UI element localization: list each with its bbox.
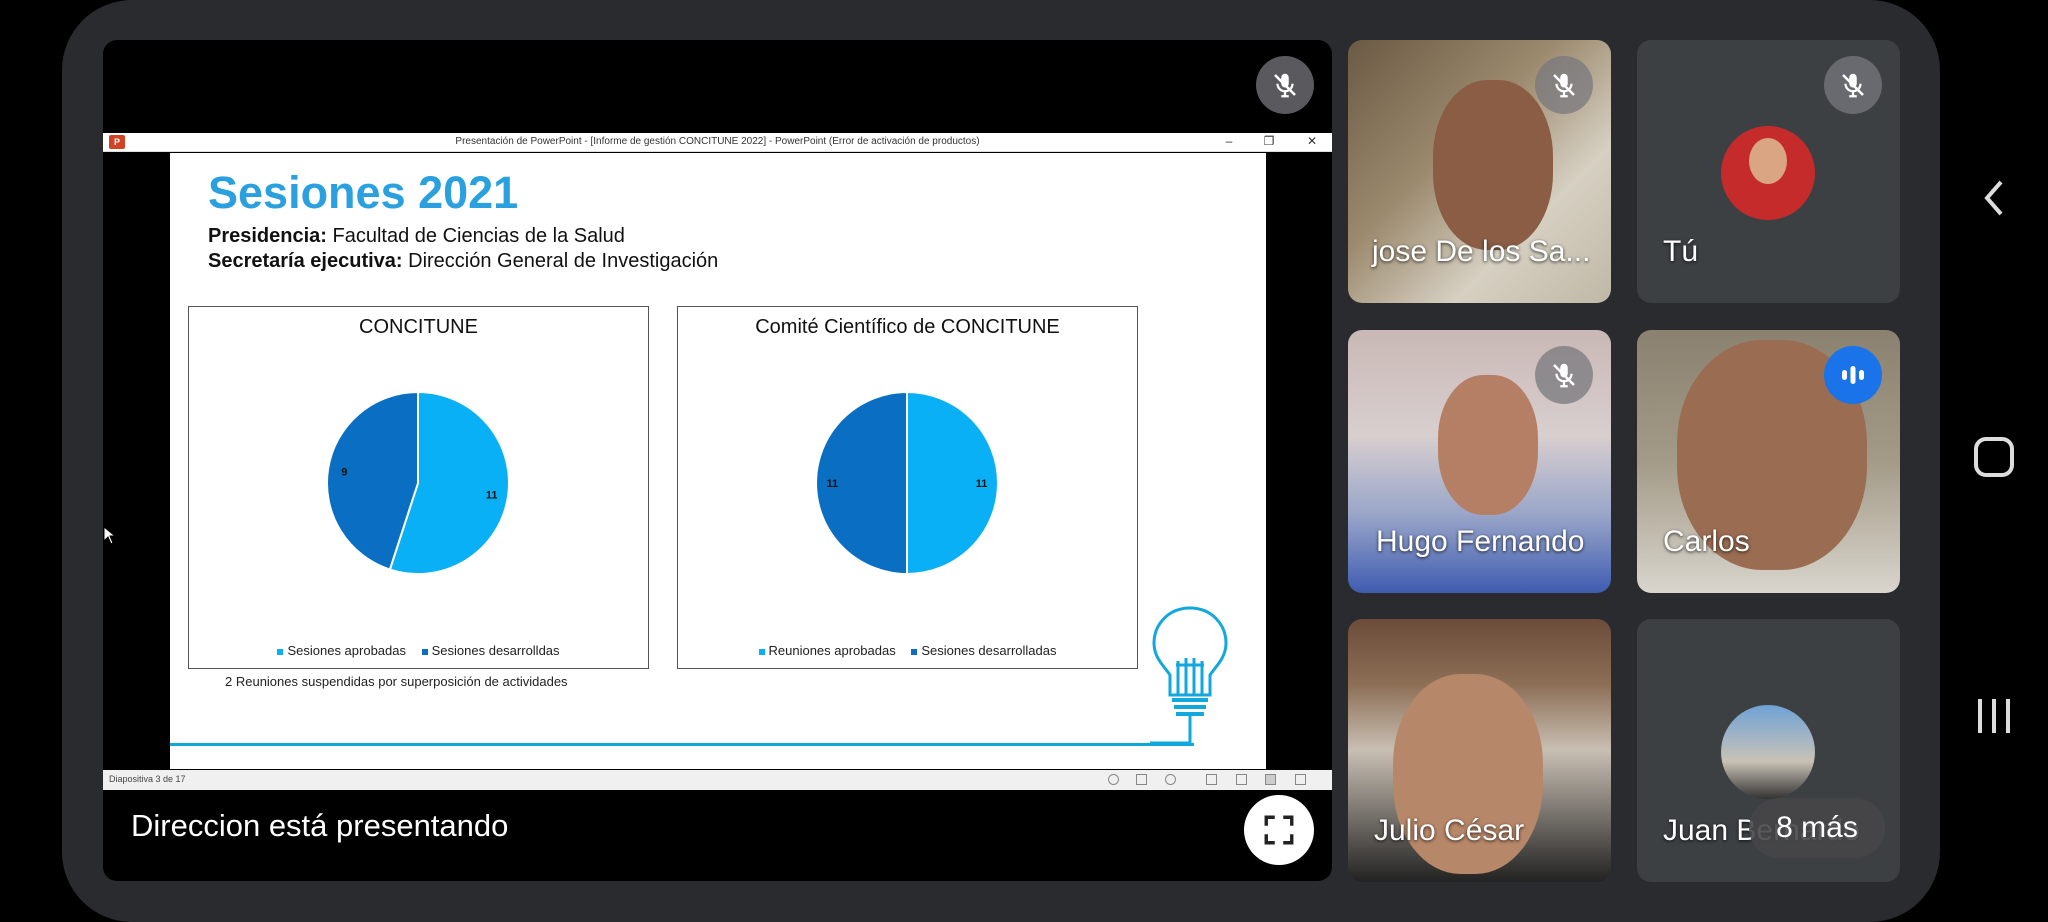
legend-item: Sesiones desarrolladas bbox=[911, 643, 1056, 658]
back-button[interactable] bbox=[1940, 168, 2048, 228]
legend-item: Reuniones aprobadas bbox=[758, 643, 896, 658]
avatar bbox=[1721, 705, 1815, 799]
secretaria-value: Dirección General de Investigación bbox=[408, 250, 719, 272]
participant-video bbox=[1433, 80, 1553, 250]
legend-swatch bbox=[421, 648, 428, 655]
android-navbar bbox=[1940, 0, 2048, 922]
pie-chart-svg: 11 9 bbox=[326, 390, 510, 575]
chevron-left-icon bbox=[1984, 180, 2003, 216]
slide-sorter-icon[interactable] bbox=[1236, 774, 1247, 785]
slide-footnote: 2 Reuniones suspendidas por superposició… bbox=[225, 674, 568, 689]
recents-button[interactable] bbox=[1940, 686, 2048, 746]
legend-swatch bbox=[758, 648, 765, 655]
chart-legend: Sesiones aprobadas Sesiones desarrolldas bbox=[189, 643, 648, 658]
legend-item: Sesiones desarrolldas bbox=[421, 643, 560, 658]
participant-name: Julio César bbox=[1374, 814, 1525, 847]
minimize-button[interactable]: – bbox=[1219, 134, 1239, 148]
chart-concitune: CONCITUNE 11 9 Sesiones aprobadas Sesione… bbox=[188, 306, 649, 669]
participant-tile-jose[interactable]: jose De los Sa... bbox=[1348, 40, 1611, 303]
participant-tile-self[interactable]: Tú bbox=[1637, 40, 1900, 303]
fullscreen-button[interactable] bbox=[1244, 795, 1314, 865]
ppt-titlebar: P Presentación de PowerPoint - [Informe … bbox=[103, 133, 1332, 152]
participant-video bbox=[1438, 375, 1538, 515]
pie-chart-svg: 11 11 bbox=[815, 390, 999, 576]
pause-icon[interactable] bbox=[1136, 774, 1147, 785]
reading-view-icon[interactable] bbox=[1265, 774, 1276, 785]
participant-tile-julio[interactable]: Julio César bbox=[1348, 619, 1611, 882]
avatar bbox=[1721, 126, 1815, 220]
mic-off-icon bbox=[1256, 56, 1314, 114]
slide-counter: Diapositiva 3 de 17 bbox=[109, 774, 186, 784]
close-button[interactable]: ✕ bbox=[1302, 134, 1322, 148]
participant-name: Tú bbox=[1663, 235, 1699, 268]
legend-label: Sesiones desarrolldas bbox=[431, 643, 560, 658]
restore-button[interactable]: ❐ bbox=[1259, 134, 1279, 148]
ppt-statusbar: Diapositiva 3 de 17 bbox=[103, 770, 1332, 790]
powerpoint-window: P Presentación de PowerPoint - [Informe … bbox=[103, 133, 1332, 790]
legend-swatch bbox=[911, 648, 918, 655]
screen: P Presentación de PowerPoint - [Informe … bbox=[0, 0, 2048, 922]
legend-label: Sesiones desarrolladas bbox=[921, 643, 1057, 658]
presidencia-value: Facultad de Ciencias de la Salud bbox=[332, 225, 625, 247]
presentation-tile[interactable]: P Presentación de PowerPoint - [Informe … bbox=[103, 40, 1332, 881]
fullscreen-icon bbox=[1264, 815, 1294, 845]
home-button[interactable] bbox=[1940, 427, 2048, 487]
prev-slide-icon[interactable] bbox=[1108, 774, 1119, 785]
participant-tile-hugo[interactable]: Hugo Fernando bbox=[1348, 330, 1611, 593]
more-participants-badge[interactable]: 8 más bbox=[1749, 798, 1885, 858]
pie-data-label: 11 bbox=[827, 478, 839, 490]
legend-label: Reuniones aprobadas bbox=[768, 643, 896, 658]
mic-off-icon bbox=[1535, 346, 1593, 404]
speaking-indicator-icon bbox=[1824, 346, 1882, 404]
secretaria-label: Secretaría ejecutiva: bbox=[208, 250, 403, 272]
slide-accent-line bbox=[170, 743, 1194, 746]
next-slide-icon[interactable] bbox=[1165, 774, 1176, 785]
participant-name: jose De los Sa... bbox=[1372, 235, 1591, 268]
secretaria-line: Secretaría ejecutiva: Dirección General … bbox=[208, 250, 718, 273]
participant-tile-carlos[interactable]: Carlos bbox=[1637, 330, 1900, 593]
home-square-icon bbox=[1974, 437, 2014, 477]
normal-view-icon[interactable] bbox=[1206, 774, 1217, 785]
mic-off-icon bbox=[1535, 56, 1593, 114]
presidencia-label: Presidencia: bbox=[208, 225, 327, 247]
mic-off-icon bbox=[1824, 56, 1882, 114]
chart-comite-cientifico: Comité Científico de CONCITUNE 11 11 Reun… bbox=[677, 306, 1138, 669]
slide: Sesiones 2021 Presidencia: Facultad de C… bbox=[170, 153, 1266, 769]
pie-data-label: 11 bbox=[486, 490, 498, 502]
lightbulb-icon bbox=[1150, 606, 1228, 745]
participant-tile-juan[interactable]: Juan Bernardo 8 más bbox=[1637, 619, 1900, 882]
presidencia-line: Presidencia: Facultad de Ciencias de la … bbox=[208, 225, 625, 248]
slideshow-icon[interactable] bbox=[1295, 774, 1306, 785]
participant-name: Hugo Fernando bbox=[1376, 525, 1585, 558]
recents-icon bbox=[1978, 699, 2010, 733]
slide-title: Sesiones 2021 bbox=[208, 167, 519, 218]
pie-data-label: 11 bbox=[976, 478, 988, 490]
chart-legend: Reuniones aprobadas Sesiones desarrollad… bbox=[678, 643, 1137, 658]
presenting-label: Direccion está presentando bbox=[131, 808, 509, 843]
legend-swatch bbox=[277, 648, 284, 655]
legend-item: Sesiones aprobadas bbox=[277, 643, 406, 658]
pie-data-label: 9 bbox=[341, 466, 347, 478]
mouse-cursor-icon bbox=[103, 526, 117, 545]
legend-label: Sesiones aprobadas bbox=[287, 643, 406, 658]
participant-name: Carlos bbox=[1663, 525, 1750, 558]
ppt-window-title: Presentación de PowerPoint - [Informe de… bbox=[455, 136, 980, 147]
